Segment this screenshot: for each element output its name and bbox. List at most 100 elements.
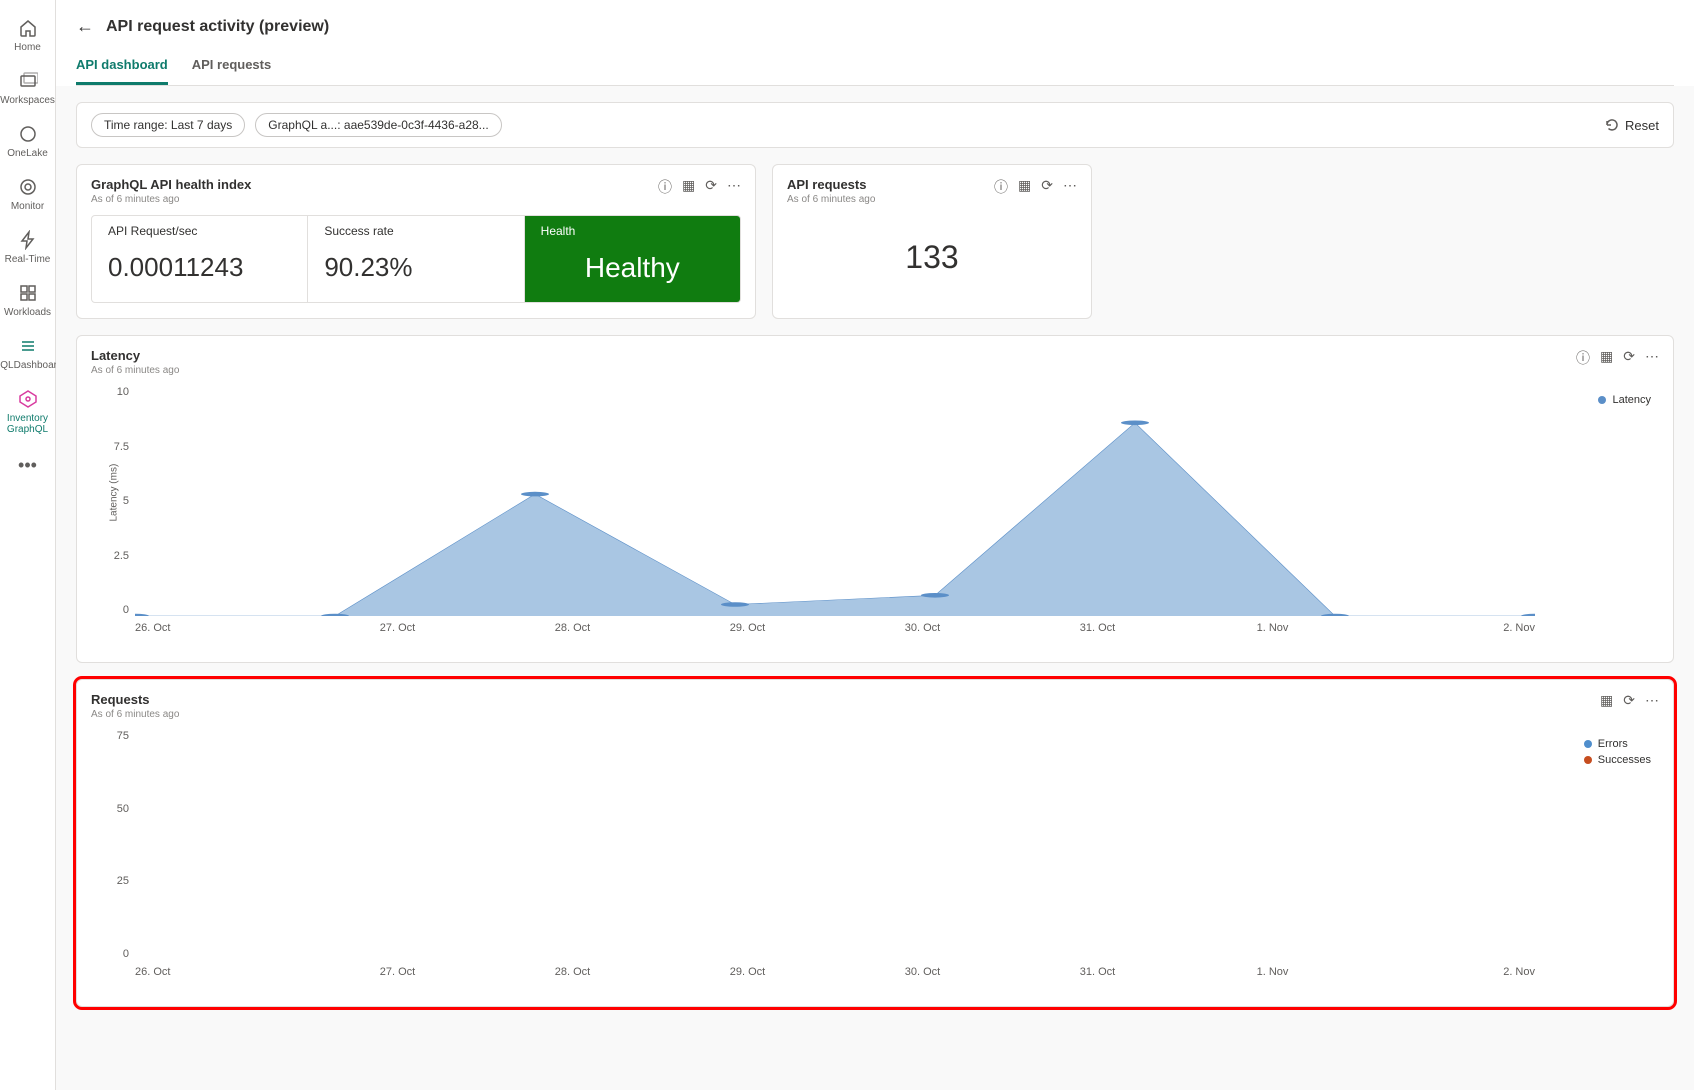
page-title: API request activity (preview) bbox=[106, 18, 329, 36]
sidebar-label: OneLake bbox=[7, 148, 48, 159]
bar-slot bbox=[835, 730, 1003, 960]
time-range-pill[interactable]: Time range: Last 7 days bbox=[91, 113, 245, 137]
latency-legend: Latency bbox=[1598, 394, 1651, 410]
bar-slot bbox=[165, 730, 333, 960]
main: ← API request activity (preview) API das… bbox=[56, 0, 1694, 1090]
legend-item: Errors bbox=[1584, 738, 1651, 750]
monitor-icon bbox=[16, 175, 40, 199]
sidebar-label: Home bbox=[14, 42, 41, 53]
requests-chart-card: Requests As of 6 minutes ago ▦ ⟳ ⋯ 75502… bbox=[76, 679, 1674, 1007]
sidebar-item-home[interactable]: Home bbox=[0, 8, 56, 61]
requestsec-label: API Request/sec bbox=[108, 224, 291, 238]
refresh-icon[interactable]: ⟳ bbox=[705, 177, 717, 197]
sidebar-item-inventory-graphql[interactable]: Inventory GraphQL bbox=[0, 379, 56, 443]
health-label: Health bbox=[541, 224, 724, 238]
sidebar-item-gqldashboard[interactable]: GQLDashboard bbox=[0, 326, 56, 379]
sidebar-more[interactable]: ••• bbox=[18, 443, 37, 488]
reset-button[interactable]: Reset bbox=[1605, 118, 1659, 133]
requests-xaxis: 26. Oct27. Oct28. Oct29. Oct30. Oct31. O… bbox=[135, 966, 1535, 984]
refresh-icon[interactable]: ⟳ bbox=[1041, 177, 1053, 197]
requests-plot bbox=[135, 730, 1535, 960]
legend-dot-latency bbox=[1598, 396, 1606, 404]
bar-slot bbox=[500, 730, 668, 960]
cards-row: GraphQL API health index As of 6 minutes… bbox=[76, 164, 1674, 319]
bar-slot bbox=[1338, 730, 1506, 960]
graphql-pill[interactable]: GraphQL a...: aae539de-0c3f-4436-a28... bbox=[255, 113, 501, 137]
more-icon[interactable]: ⋯ bbox=[727, 177, 741, 197]
health-col-health: Health Healthy bbox=[525, 216, 740, 302]
filter-bar: Time range: Last 7 days GraphQL a...: aa… bbox=[76, 102, 1674, 148]
latency-plot bbox=[135, 386, 1535, 616]
latency-chart-card: Latency As of 6 minutes ago ⓘ ▦ ⟳ ⋯ Late… bbox=[76, 335, 1674, 663]
reset-icon bbox=[1605, 118, 1619, 132]
legend-label: Successes bbox=[1598, 754, 1651, 766]
health-value: Healthy bbox=[541, 252, 724, 284]
requests-chart-subtitle: As of 6 minutes ago bbox=[91, 709, 179, 720]
sidebar-label: Real-Time bbox=[5, 254, 51, 265]
legend-dot bbox=[1584, 740, 1592, 748]
successrate-label: Success rate bbox=[324, 224, 507, 238]
bar-slot bbox=[1170, 730, 1338, 960]
sidebar: Home Workspaces OneLake Monitor Real-Tim… bbox=[0, 0, 56, 1090]
legend-label-latency: Latency bbox=[1612, 394, 1651, 406]
sidebar-item-onelake[interactable]: OneLake bbox=[0, 114, 56, 167]
grid-icon[interactable]: ▦ bbox=[1018, 177, 1031, 197]
successrate-value: 90.23% bbox=[324, 252, 507, 283]
sidebar-label: Inventory GraphQL bbox=[0, 413, 56, 435]
content: Time range: Last 7 days GraphQL a...: aa… bbox=[56, 86, 1694, 1090]
home-icon bbox=[16, 16, 40, 40]
latency-xaxis: 26. Oct27. Oct28. Oct29. Oct30. Oct31. O… bbox=[135, 622, 1535, 640]
latency-subtitle: As of 6 minutes ago bbox=[91, 365, 179, 376]
sidebar-label: Monitor bbox=[11, 201, 44, 212]
latency-chart-body: Latency (ms) 107.552.50 26. Oct27. Oct28… bbox=[95, 386, 1655, 646]
onelake-icon bbox=[16, 122, 40, 146]
requests-title: API requests bbox=[787, 177, 875, 192]
tab-api-dashboard[interactable]: API dashboard bbox=[76, 49, 168, 85]
requests-value: 133 bbox=[787, 215, 1077, 306]
requests-chart-body: 7550250 26. Oct27. Oct28. Oct29. Oct30. … bbox=[95, 730, 1655, 990]
workloads-icon bbox=[16, 281, 40, 305]
reset-label: Reset bbox=[1625, 118, 1659, 133]
info-icon[interactable]: ⓘ bbox=[994, 177, 1008, 197]
health-col-requestsec: API Request/sec 0.00011243 bbox=[92, 216, 308, 302]
requests-yaxis: 7550250 bbox=[95, 730, 135, 960]
sidebar-label: GQLDashboard bbox=[0, 360, 63, 371]
grid-icon[interactable]: ▦ bbox=[1600, 348, 1613, 368]
health-col-successrate: Success rate 90.23% bbox=[308, 216, 524, 302]
sidebar-item-realtime[interactable]: Real-Time bbox=[0, 220, 56, 273]
latency-yaxis: 107.552.50 bbox=[95, 386, 135, 616]
gqldash-icon bbox=[16, 334, 40, 358]
health-title: GraphQL API health index bbox=[91, 177, 251, 192]
grid-icon[interactable]: ▦ bbox=[1600, 692, 1613, 709]
legend-dot bbox=[1584, 756, 1592, 764]
more-icon[interactable]: ⋯ bbox=[1645, 348, 1659, 368]
refresh-icon[interactable]: ⟳ bbox=[1623, 348, 1635, 368]
refresh-icon[interactable]: ⟳ bbox=[1623, 692, 1635, 709]
info-icon[interactable]: ⓘ bbox=[658, 177, 672, 197]
requestsec-value: 0.00011243 bbox=[108, 252, 291, 283]
sidebar-item-workloads[interactable]: Workloads bbox=[0, 273, 56, 326]
health-card: GraphQL API health index As of 6 minutes… bbox=[76, 164, 756, 319]
inventory-icon bbox=[16, 387, 40, 411]
sidebar-item-monitor[interactable]: Monitor bbox=[0, 167, 56, 220]
bar-slot bbox=[668, 730, 836, 960]
health-subtitle: As of 6 minutes ago bbox=[91, 194, 251, 205]
info-icon[interactable]: ⓘ bbox=[1576, 348, 1590, 368]
requests-subtitle: As of 6 minutes ago bbox=[787, 194, 875, 205]
requests-chart-title: Requests bbox=[91, 692, 179, 707]
bar-slot bbox=[333, 730, 501, 960]
more-icon[interactable]: ⋯ bbox=[1063, 177, 1077, 197]
grid-icon[interactable]: ▦ bbox=[682, 177, 695, 197]
requests-legend: Errors Successes bbox=[1584, 738, 1651, 770]
back-button[interactable]: ← bbox=[76, 16, 94, 37]
tabs: API dashboard API requests bbox=[76, 49, 1674, 86]
realtime-icon bbox=[16, 228, 40, 252]
workspaces-icon bbox=[16, 69, 40, 93]
header: ← API request activity (preview) API das… bbox=[56, 0, 1694, 86]
sidebar-label: Workspaces bbox=[0, 95, 55, 106]
sidebar-item-workspaces[interactable]: Workspaces bbox=[0, 61, 56, 114]
tab-api-requests[interactable]: API requests bbox=[192, 49, 271, 85]
more-icon[interactable]: ⋯ bbox=[1645, 692, 1659, 709]
legend-item: Successes bbox=[1584, 754, 1651, 766]
requests-card: API requests As of 6 minutes ago ⓘ ▦ ⟳ ⋯… bbox=[772, 164, 1092, 319]
